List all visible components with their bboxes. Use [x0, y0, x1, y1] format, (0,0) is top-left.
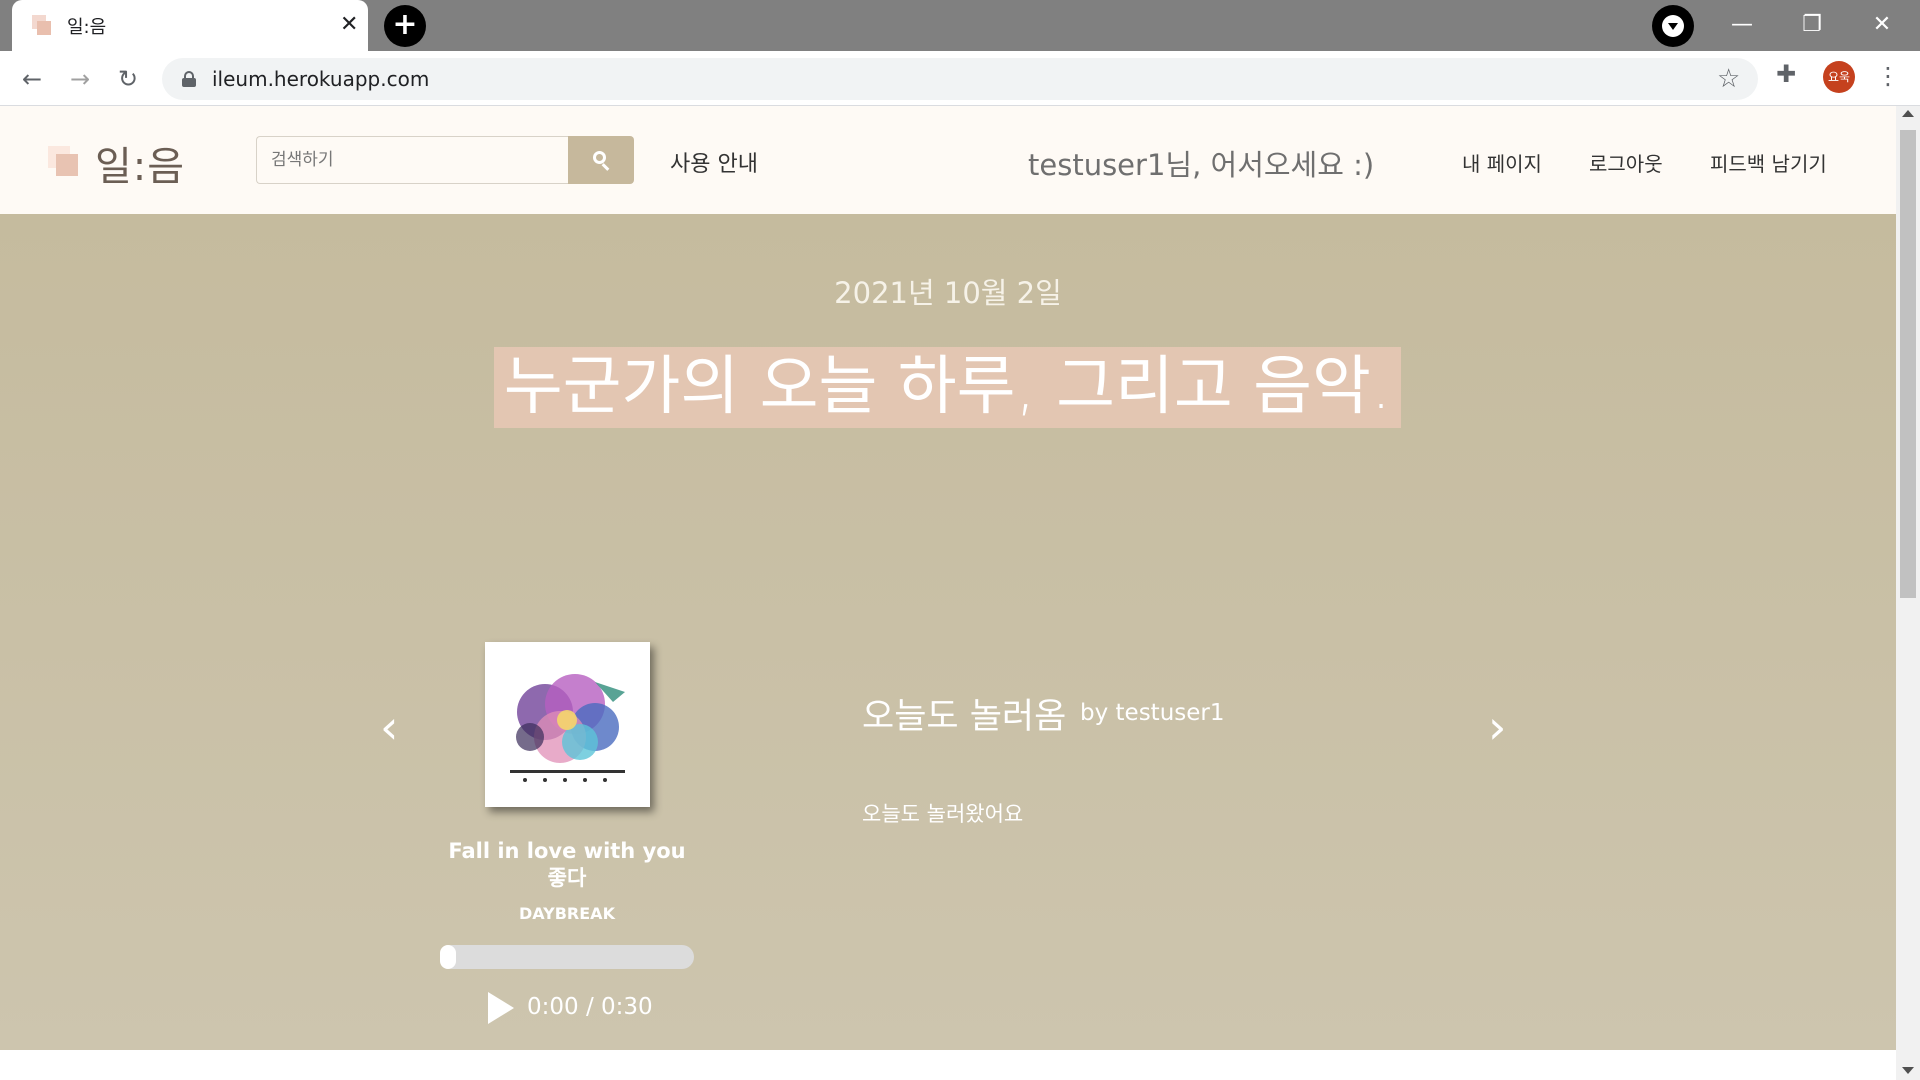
site-favicon-icon [32, 15, 52, 35]
search-form [256, 136, 634, 184]
scroll-thumb[interactable] [1900, 130, 1916, 598]
bookmark-star-icon[interactable]: ☆ [1717, 64, 1740, 94]
time-display: 0:00 / 0:30 [527, 994, 653, 1020]
post-author: by testuser1 [1080, 700, 1225, 726]
search-icon [593, 151, 606, 164]
tab-search-button[interactable] [1652, 5, 1694, 47]
page-viewport: 일:음 사용 안내 testuser1님, 어서오세요 :) 내 페이지 로그아… [0, 106, 1920, 1080]
site-header: 일:음 사용 안내 testuser1님, 어서오세요 :) 내 페이지 로그아… [0, 106, 1896, 214]
hero-section: 2021년 10월 2일 누군가의 오늘 하루, 그리고 음악. ‹ › Fal [0, 214, 1896, 1050]
song-artist: DAYBREAK [519, 904, 615, 923]
play-button[interactable] [488, 992, 514, 1024]
hero-date: 2021년 10월 2일 [834, 276, 1062, 310]
back-button[interactable]: ← [14, 61, 50, 97]
forward-button[interactable]: → [62, 61, 98, 97]
browser-menu-icon[interactable]: ⋮ [1876, 60, 1900, 92]
address-bar[interactable]: ileum.herokuapp.com ☆ [162, 58, 1758, 100]
browser-tabstrip: 일:음 ✕ + — ❐ ✕ [0, 0, 1920, 51]
lock-icon[interactable] [182, 71, 196, 87]
reload-button[interactable]: ↻ [110, 61, 146, 97]
restore-button[interactable]: ❐ [1792, 8, 1832, 42]
new-tab-button[interactable]: + [384, 5, 426, 47]
search-input[interactable] [256, 136, 569, 184]
browser-toolbar: ← → ↻ ileum.herokuapp.com ☆ [0, 51, 1920, 106]
logout-link[interactable]: 로그아웃 [1589, 148, 1663, 177]
extensions-icon[interactable]: ✚ [1776, 60, 1796, 88]
carousel-next-button[interactable]: › [1488, 704, 1506, 750]
close-icon[interactable]: ✕ [340, 10, 358, 40]
welcome-message: testuser1님, 어서오세요 :) [1028, 148, 1375, 182]
song-title: Fall in love with you 좋다 [448, 839, 686, 890]
browser-tab[interactable]: 일:음 ✕ [12, 0, 368, 51]
page-scrollbar[interactable] [1896, 106, 1920, 1080]
minimize-button[interactable]: — [1722, 8, 1762, 42]
feedback-link[interactable]: 피드백 남기기 [1710, 148, 1827, 177]
hero-tagline: 누군가의 오늘 하루, 그리고 음악. [494, 347, 1401, 428]
post-title: 오늘도 놀러옴 [862, 697, 1067, 737]
scroll-down-arrow-icon[interactable] [1902, 1067, 1914, 1074]
post-body: 오늘도 놀러왔어요 [862, 802, 1024, 826]
audio-progress-slider[interactable] [440, 945, 694, 969]
carousel-prev-button[interactable]: ‹ [380, 704, 398, 750]
search-button[interactable] [568, 136, 634, 184]
logo-text: 일:음 [95, 144, 186, 190]
album-cover-image [485, 642, 650, 807]
progress-knob[interactable] [440, 945, 456, 969]
scroll-up-arrow-icon[interactable] [1902, 110, 1914, 117]
usage-guide-link[interactable]: 사용 안내 [670, 146, 758, 178]
window-close-button[interactable]: ✕ [1862, 8, 1902, 42]
tab-title: 일:음 [67, 17, 107, 38]
url-text[interactable]: ileum.herokuapp.com [212, 67, 429, 91]
my-page-link[interactable]: 내 페이지 [1462, 148, 1542, 177]
profile-avatar[interactable]: 요욱 [1823, 61, 1855, 93]
